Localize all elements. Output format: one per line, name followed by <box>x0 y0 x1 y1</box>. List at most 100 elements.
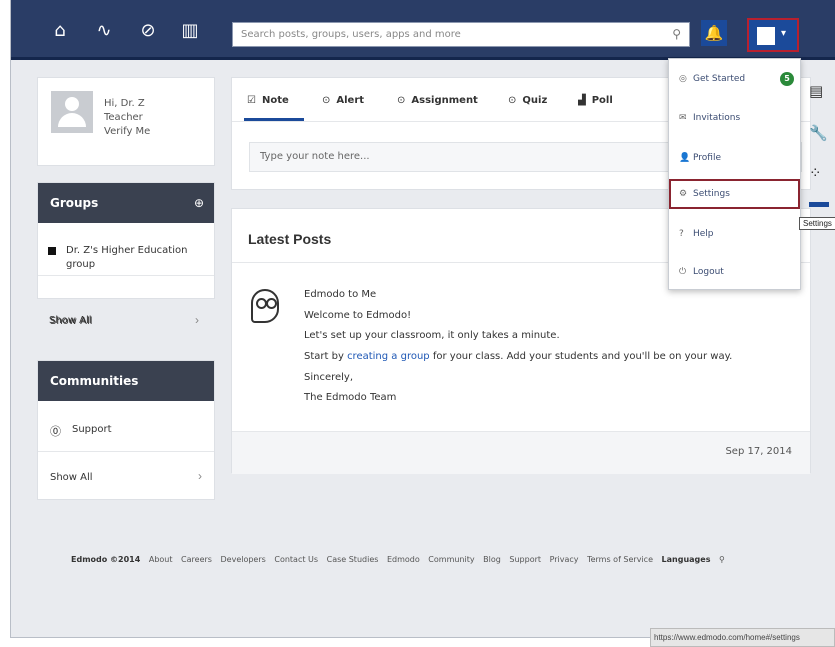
pulse-icon[interactable]: ∿ <box>93 20 115 42</box>
tab-note[interactable]: ☑ Note <box>247 95 289 106</box>
footer-link[interactable]: Community <box>428 555 474 564</box>
trash-icon[interactable]: ▤ <box>809 82 823 100</box>
menu-item-settings[interactable]: ⚙ Settings <box>669 179 800 209</box>
top-navigation-bar: ⌂ ∿ ⊘ ▥ Search posts, groups, users, app… <box>11 0 835 60</box>
tab-label: Note <box>261 95 289 106</box>
menu-item-profile[interactable]: 👤 Profile <box>669 143 800 173</box>
poll-icon: ▟ <box>578 95 586 106</box>
menu-item-label: Logout <box>693 267 724 277</box>
post-line: Let's set up your classroom, it only tak… <box>304 330 560 341</box>
tab-label: Alert <box>336 95 365 106</box>
communities-header: Communities <box>38 361 214 401</box>
user-icon: 👤 <box>679 153 691 163</box>
book-icon[interactable]: ▥ <box>179 20 201 42</box>
post-text: Start by <box>304 351 344 362</box>
wrench-icon[interactable]: 🔧 <box>809 124 828 142</box>
group-item[interactable]: Dr. Z's Higher Education group <box>66 244 206 272</box>
menu-item-get-started[interactable]: ◎ Get Started 5 <box>669 64 800 94</box>
footer-copyright: Edmodo ©2014 <box>71 555 141 564</box>
help-icon: ? <box>679 229 684 239</box>
chevron-right-icon[interactable]: › <box>198 469 202 483</box>
right-tool-column: ▤ 🔧 ⁘ <box>801 76 835 226</box>
communities-show-all[interactable]: Show All <box>50 472 93 483</box>
search-icon[interactable]: ⚲ <box>672 23 681 46</box>
post-line: Start by creating a group for your class… <box>304 351 732 362</box>
assignment-icon: ⊙ <box>397 95 406 106</box>
post-date: Sep 17, 2014 <box>725 446 792 457</box>
community-item-support[interactable]: Support <box>72 424 112 435</box>
divider <box>38 451 214 452</box>
menu-item-label: Invitations <box>693 113 741 123</box>
language-icon[interactable]: ⚲ <box>719 555 725 564</box>
status-bar-url: https://www.edmodo.com/home#/settings <box>650 628 835 647</box>
divider <box>38 275 214 276</box>
note-icon: ☑ <box>247 95 256 106</box>
language-selector[interactable]: Languages <box>662 555 711 564</box>
groups-show-all-label[interactable]: Show All <box>49 315 92 326</box>
post-author[interactable]: Edmodo to Me <box>304 289 376 300</box>
groups-title: Groups <box>50 196 99 210</box>
apps-icon[interactable]: ⁘ <box>809 164 822 182</box>
notification-badge: 5 <box>780 72 794 86</box>
envelope-icon: ✉ <box>679 113 687 123</box>
account-menu-button[interactable]: ▾ <box>747 18 799 52</box>
tab-alert[interactable]: ⊙ Alert <box>322 95 364 106</box>
account-avatar <box>757 27 775 45</box>
group-color-icon <box>48 247 56 255</box>
footer-link[interactable]: Developers <box>221 555 266 564</box>
gear-icon: ⚙ <box>679 189 688 199</box>
groups-header: Groups ⊕ <box>38 183 214 223</box>
tab-quiz[interactable]: ⊙ Quiz <box>508 95 547 106</box>
logout-icon: ⏻ <box>679 267 687 277</box>
footer-link[interactable]: Careers <box>181 555 212 564</box>
footer-link[interactable]: Privacy <box>550 555 579 564</box>
footer-link[interactable]: Case Studies <box>327 555 379 564</box>
footer-link[interactable]: Support <box>509 555 541 564</box>
menu-item-label: Get Started <box>693 74 746 84</box>
menu-item-logout[interactable]: ⏻ Logout <box>669 257 800 287</box>
profile-role: Teacher <box>104 112 143 123</box>
edmodo-mascot-icon <box>251 289 279 323</box>
search-placeholder: Search posts, groups, users, apps and mo… <box>241 29 461 40</box>
post-line: Welcome to Edmodo! <box>304 310 412 321</box>
tab-poll[interactable]: ▟ Poll <box>578 95 613 106</box>
menu-item-label: Help <box>693 229 714 239</box>
post-footer: Sep 17, 2014 <box>232 431 810 474</box>
footer-link[interactable]: Edmodo <box>387 555 420 564</box>
browser-viewport: ⌂ ∿ ⊘ ▥ Search posts, groups, users, app… <box>10 0 835 638</box>
menu-item-invitations[interactable]: ✉ Invitations <box>669 103 800 133</box>
post-text: for your class. Add your students and yo… <box>432 351 733 362</box>
home-icon[interactable]: ⌂ <box>49 20 71 42</box>
footer-link[interactable]: About <box>149 555 173 564</box>
page-footer: Edmodo ©2014 About Careers Developers Co… <box>71 555 731 564</box>
profile-card: Hi, Dr. Z Teacher Verify Me <box>37 77 215 166</box>
notifications-bell-icon[interactable]: 🔔 <box>701 20 727 46</box>
profile-name: Hi, Dr. Z <box>104 98 145 109</box>
groups-panel: Groups ⊕ Dr. Z's Higher Education group … <box>37 182 215 327</box>
search-input[interactable]: Search posts, groups, users, apps and mo… <box>232 22 690 47</box>
footer-link[interactable]: Terms of Service <box>587 555 653 564</box>
avatar[interactable] <box>51 91 93 133</box>
communities-panel: Communities ⓪ Support Show All › <box>37 360 215 500</box>
chevron-down-icon: ▾ <box>781 28 787 39</box>
feed-title: Latest Posts <box>248 231 332 247</box>
tab-label: Poll <box>591 95 613 106</box>
tool-bar-icon[interactable] <box>809 202 829 207</box>
tab-assignment[interactable]: ⊙ Assignment <box>397 95 478 106</box>
quiz-icon: ⊙ <box>508 95 517 106</box>
post-line: The Edmodo Team <box>304 392 397 403</box>
menu-item-help[interactable]: ? Help <box>669 219 800 249</box>
tab-label: Assignment <box>411 95 478 106</box>
menu-item-label: Profile <box>693 153 721 163</box>
verify-link[interactable]: Verify Me <box>104 126 150 137</box>
footer-link[interactable]: Blog <box>483 555 501 564</box>
create-group-link[interactable]: creating a group <box>347 351 430 362</box>
footer-link[interactable]: Contact Us <box>274 555 318 564</box>
alert-icon: ⊙ <box>322 95 331 106</box>
play-icon: ◎ <box>679 74 687 84</box>
compass-icon[interactable]: ⊘ <box>137 20 159 42</box>
tab-label: Quiz <box>522 95 548 106</box>
add-group-icon[interactable]: ⊕ <box>194 183 204 223</box>
post-line: Sincerely, <box>304 372 354 383</box>
menu-item-label: Settings <box>693 189 730 199</box>
